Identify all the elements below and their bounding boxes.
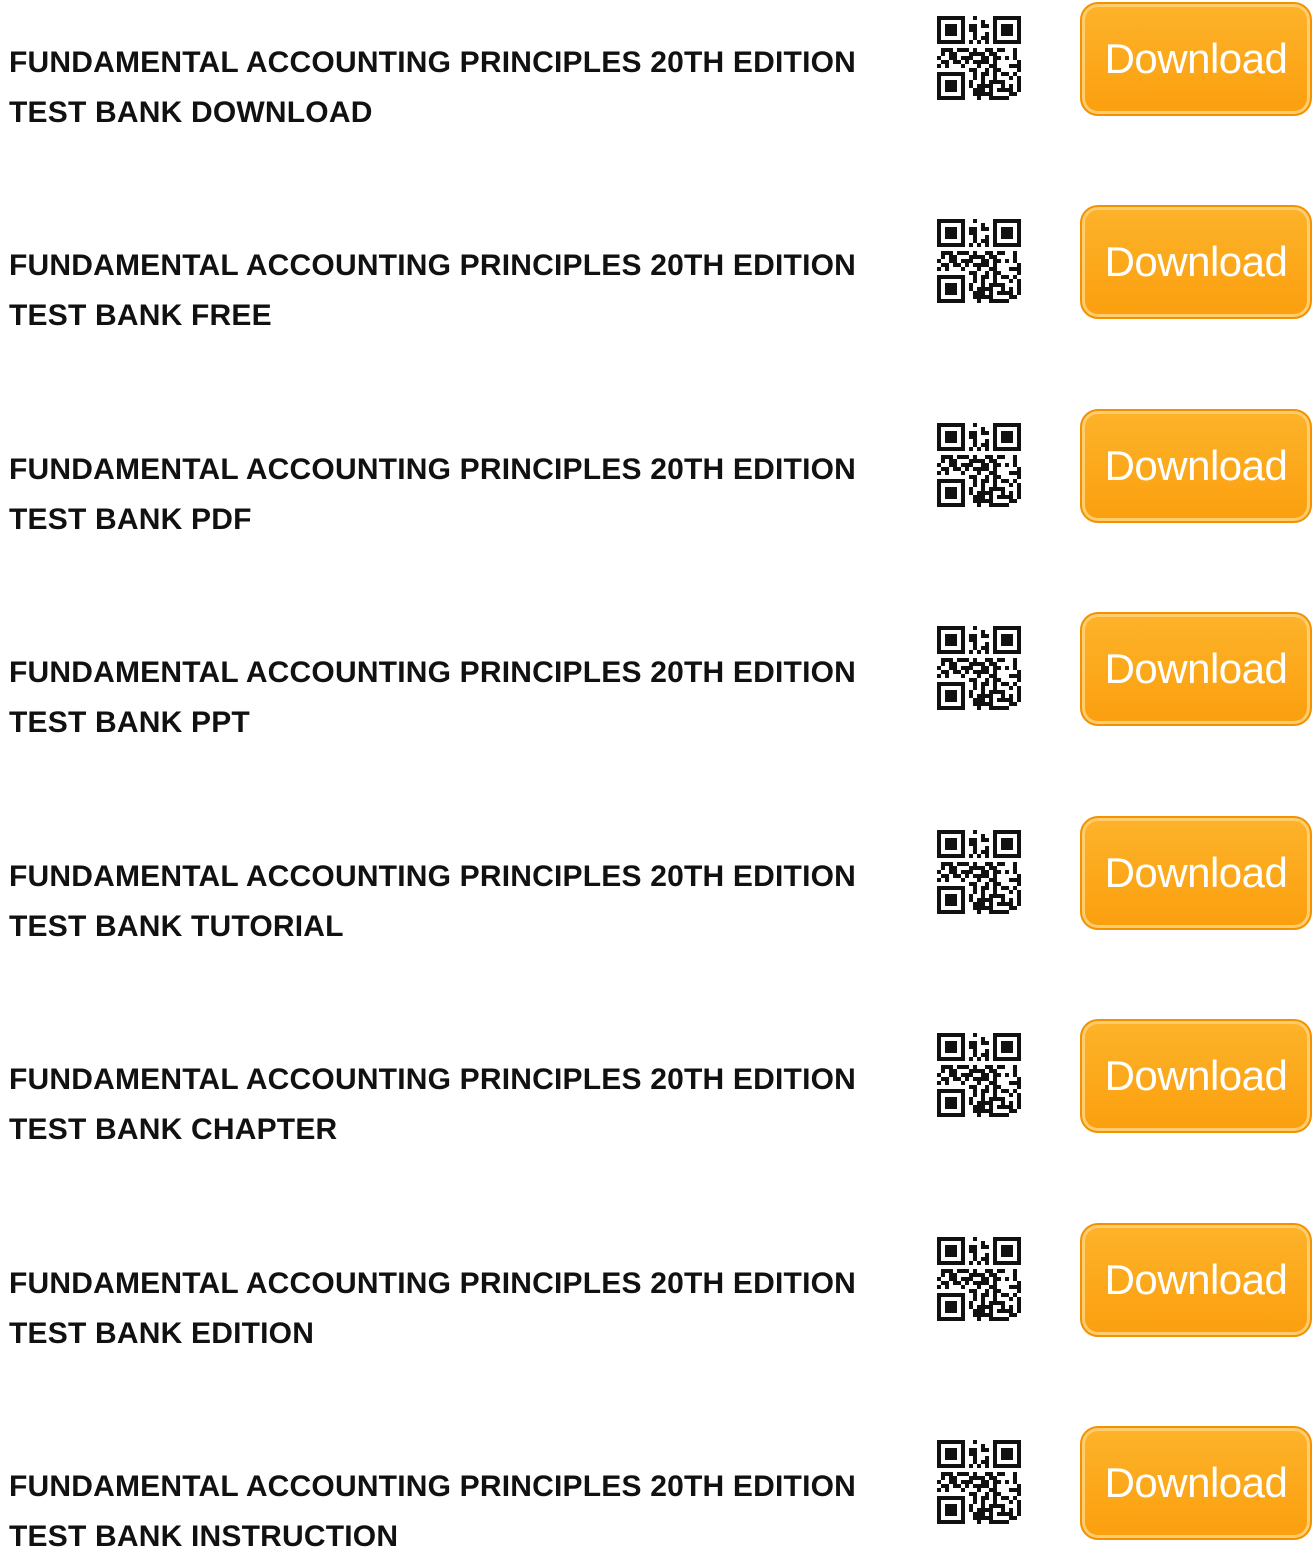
list-item: FUNDAMENTAL ACCOUNTING PRINCIPLES 20TH E… (0, 203, 1314, 332)
qr-code-icon (931, 1434, 1027, 1530)
item-title: FUNDAMENTAL ACCOUNTING PRINCIPLES 20TH E… (9, 445, 914, 545)
qr-code-icon (931, 1027, 1027, 1123)
download-button[interactable]: Download (1080, 409, 1312, 523)
item-title: FUNDAMENTAL ACCOUNTING PRINCIPLES 20TH E… (9, 241, 914, 341)
item-title-line-1: FUNDAMENTAL ACCOUNTING PRINCIPLES 20TH E… (9, 453, 857, 486)
download-button-label: Download (1104, 442, 1288, 489)
qr-code-icon (931, 620, 1027, 716)
download-button-label: Download (1104, 1052, 1288, 1099)
download-button-label: Download (1104, 1459, 1288, 1506)
item-title-line-2: TEST BANK DOWNLOAD (9, 96, 373, 129)
item-title-line-1: FUNDAMENTAL ACCOUNTING PRINCIPLES 20TH E… (9, 1267, 857, 1300)
item-title-line-1: FUNDAMENTAL ACCOUNTING PRINCIPLES 20TH E… (9, 1063, 857, 1096)
download-button[interactable]: Download (1080, 612, 1312, 726)
download-button[interactable]: Download (1080, 1223, 1312, 1337)
item-title-line-1: FUNDAMENTAL ACCOUNTING PRINCIPLES 20TH E… (9, 1470, 857, 1503)
item-title: FUNDAMENTAL ACCOUNTING PRINCIPLES 20TH E… (9, 38, 914, 138)
item-title-line-2: TEST BANK CHAPTER (9, 1113, 338, 1146)
item-title-line-1: FUNDAMENTAL ACCOUNTING PRINCIPLES 20TH E… (9, 249, 857, 282)
download-button-label: Download (1104, 1256, 1288, 1303)
download-button-label: Download (1104, 645, 1288, 692)
list-item: FUNDAMENTAL ACCOUNTING PRINCIPLES 20TH E… (0, 407, 1314, 536)
list-item: FUNDAMENTAL ACCOUNTING PRINCIPLES 20TH E… (0, 814, 1314, 943)
qr-code-icon (931, 824, 1027, 920)
qr-code-icon (931, 10, 1027, 106)
item-title: FUNDAMENTAL ACCOUNTING PRINCIPLES 20TH E… (9, 852, 914, 952)
list-item: FUNDAMENTAL ACCOUNTING PRINCIPLES 20TH E… (0, 1221, 1314, 1350)
item-title-line-2: TEST BANK PDF (9, 503, 252, 536)
download-button[interactable]: Download (1080, 205, 1312, 319)
list-item: FUNDAMENTAL ACCOUNTING PRINCIPLES 20TH E… (0, 0, 1314, 129)
item-title-line-2: TEST BANK TUTORIAL (9, 910, 344, 943)
item-title-line-1: FUNDAMENTAL ACCOUNTING PRINCIPLES 20TH E… (9, 656, 857, 689)
download-button[interactable]: Download (1080, 816, 1312, 930)
item-title: FUNDAMENTAL ACCOUNTING PRINCIPLES 20TH E… (9, 1259, 914, 1359)
item-title-line-2: TEST BANK PPT (9, 706, 250, 739)
download-button-label: Download (1104, 35, 1288, 82)
item-title-line-1: FUNDAMENTAL ACCOUNTING PRINCIPLES 20TH E… (9, 860, 857, 893)
download-button-label: Download (1104, 238, 1288, 285)
list-item: FUNDAMENTAL ACCOUNTING PRINCIPLES 20TH E… (0, 1017, 1314, 1146)
list-item: FUNDAMENTAL ACCOUNTING PRINCIPLES 20TH E… (0, 1424, 1314, 1553)
download-button[interactable]: Download (1080, 2, 1312, 116)
item-title-line-2: TEST BANK INSTRUCTION (9, 1520, 399, 1553)
qr-code-icon (931, 213, 1027, 309)
item-title: FUNDAMENTAL ACCOUNTING PRINCIPLES 20TH E… (9, 1055, 914, 1155)
download-button[interactable]: Download (1080, 1426, 1312, 1540)
download-button-label: Download (1104, 849, 1288, 896)
item-title-line-2: TEST BANK EDITION (9, 1317, 315, 1350)
list-item: FUNDAMENTAL ACCOUNTING PRINCIPLES 20TH E… (0, 610, 1314, 739)
item-title: FUNDAMENTAL ACCOUNTING PRINCIPLES 20TH E… (9, 648, 914, 748)
item-title: FUNDAMENTAL ACCOUNTING PRINCIPLES 20TH E… (9, 1462, 914, 1562)
item-title-line-2: TEST BANK FREE (9, 299, 272, 332)
qr-code-icon (931, 417, 1027, 513)
download-list: FUNDAMENTAL ACCOUNTING PRINCIPLES 20TH E… (0, 0, 1314, 1553)
item-title-line-1: FUNDAMENTAL ACCOUNTING PRINCIPLES 20TH E… (9, 46, 857, 79)
download-button[interactable]: Download (1080, 1019, 1312, 1133)
qr-code-icon (931, 1231, 1027, 1327)
